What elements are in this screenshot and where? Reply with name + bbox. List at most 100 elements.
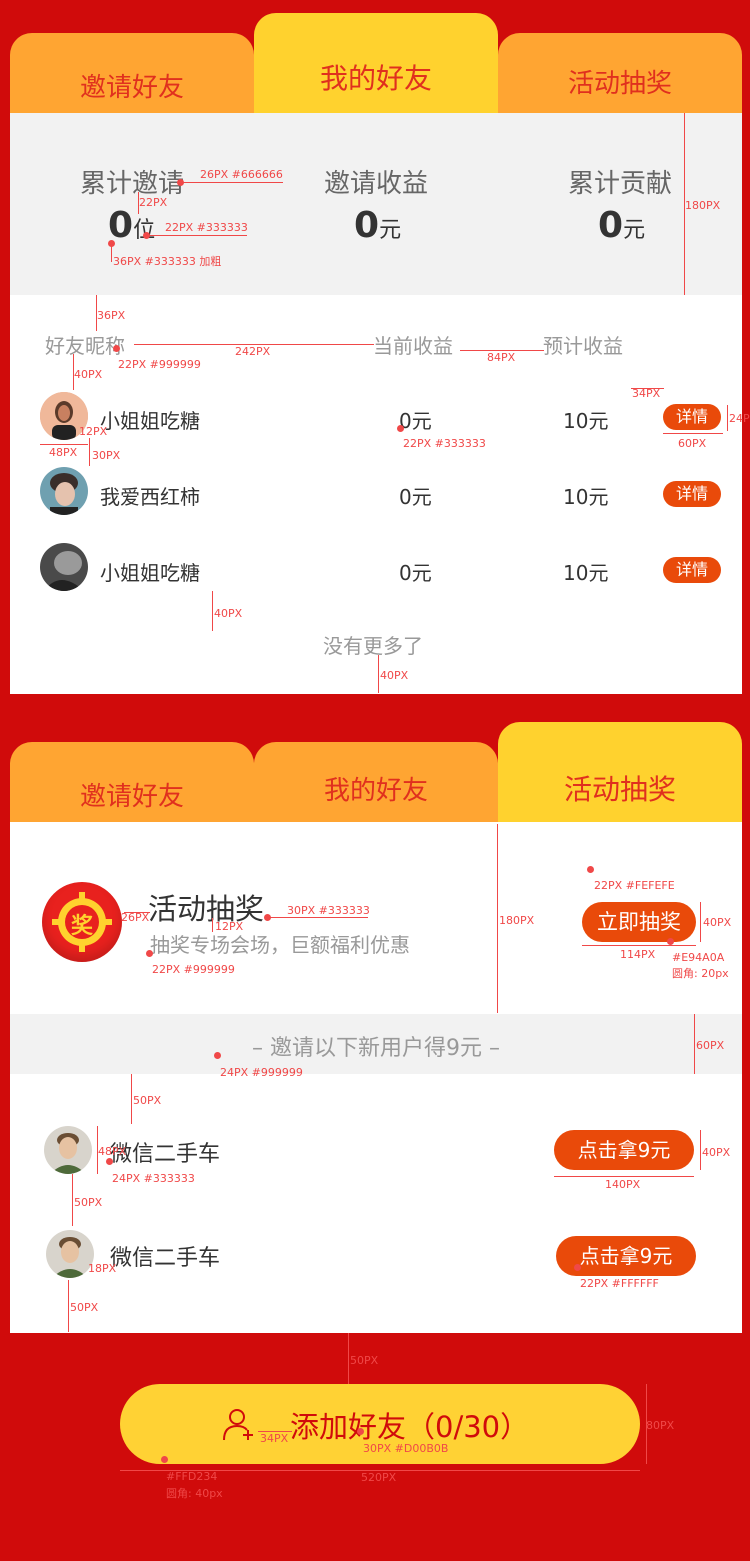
annotation-label: 22PX #999999	[118, 358, 201, 371]
tab-label: 活动抽奖	[563, 773, 676, 806]
annotation-label: 60PX	[678, 437, 707, 450]
annotation-label: 24PX	[729, 412, 750, 425]
annotation-label: 48PX	[98, 1145, 127, 1158]
no-more-text: 没有更多了	[323, 634, 423, 658]
annotation-line	[131, 1074, 132, 1124]
annotation-label: 圆角: 40px	[166, 1487, 223, 1500]
annotation-marker	[161, 1456, 168, 1463]
annotation-label: 242PX	[235, 345, 271, 358]
annotation-marker	[397, 425, 404, 432]
details-button[interactable]: 详情	[663, 404, 721, 430]
annotation-line	[554, 1176, 694, 1177]
lottery-subtitle: 抽奖专场会场，巨额福利优惠	[150, 933, 410, 957]
annotation-label: 48PX	[49, 446, 78, 459]
header-expected-earnings: 预计收益	[543, 334, 623, 358]
stat-title-contribution: 累计贡献	[568, 169, 673, 199]
claim-button[interactable]: 点击拿9元	[554, 1130, 694, 1170]
annotation-label: 84PX	[487, 351, 516, 364]
annotation-label: 26PX #666666	[200, 168, 283, 181]
annotation-label: 圆角: 20px	[672, 967, 729, 980]
annotation-label: 40PX	[74, 368, 103, 381]
annotation-label: 36PX #333333 加粗	[113, 255, 222, 268]
person-avatar-icon	[44, 1126, 92, 1174]
annotation-label: 50PX	[74, 1196, 103, 1209]
annotation-line	[700, 1130, 701, 1170]
annotation-label: 140PX	[605, 1178, 641, 1191]
stat-number: 0	[354, 205, 380, 246]
friend-expected-earnings: 10元	[563, 409, 609, 433]
annotation-label: 22PX	[139, 196, 168, 209]
stat-number: 0	[598, 205, 624, 246]
annotation-label: 22PX #333333	[165, 221, 248, 234]
friend-name: 我爱西红柿	[100, 485, 200, 509]
stat-unit: 元	[623, 218, 646, 243]
annotation-marker	[113, 345, 120, 352]
annotation-label: 36PX	[97, 309, 126, 322]
avatar	[44, 1126, 92, 1174]
avatar	[40, 543, 88, 591]
annotation-marker	[106, 1158, 113, 1165]
tab-invite-friends[interactable]: 邀请好友	[10, 742, 254, 822]
stat-title-invites: 累计邀请	[80, 169, 185, 199]
annotation-line	[40, 444, 88, 445]
annotation-marker	[214, 1052, 221, 1059]
tab-invite-friends[interactable]: 邀请好友	[10, 33, 254, 113]
annotation-label: 34PX	[260, 1432, 289, 1445]
tab-label: 我的好友	[319, 62, 432, 95]
stat-unit: 元	[379, 218, 402, 243]
tab-my-friends[interactable]: 我的好友	[254, 742, 498, 822]
draw-now-button[interactable]: 立即抽奖	[582, 902, 696, 942]
annotation-label: 30PX #333333	[287, 904, 370, 917]
tab-lottery[interactable]: 活动抽奖	[498, 33, 742, 113]
annotation-line	[497, 824, 498, 1013]
annotation-line	[694, 1014, 695, 1074]
annotation-line	[147, 235, 247, 236]
annotation-marker	[146, 950, 153, 957]
header-nickname: 好友昵称	[45, 334, 125, 358]
annotation-label: 180PX	[499, 914, 535, 927]
annotation-line	[89, 438, 90, 466]
details-button[interactable]: 详情	[663, 481, 721, 507]
annotation-line	[212, 591, 213, 631]
annotation-label: 520PX	[361, 1471, 397, 1484]
tab-my-friends[interactable]: 我的好友	[254, 13, 498, 113]
invite-banner: – 邀请以下新用户得9元 –	[10, 1014, 742, 1074]
annotation-label: 30PX #D00B0B	[363, 1442, 449, 1455]
friend-current-earnings: 0元	[399, 409, 432, 433]
annotation-label: 60PX	[696, 1039, 725, 1052]
annotation-label: 24PX #333333	[112, 1172, 195, 1185]
avatar	[40, 467, 88, 515]
annotation-label: 40PX	[380, 669, 409, 682]
annotation-marker	[574, 1264, 581, 1271]
tab-label: 邀请好友	[79, 73, 184, 103]
annotation-label: 114PX	[620, 948, 656, 961]
annotation-line	[700, 902, 701, 942]
tab-lottery[interactable]: 活动抽奖	[498, 722, 742, 822]
annotation-marker	[587, 866, 594, 873]
annotation-label: #E94A0A	[672, 951, 725, 964]
annotation-line	[582, 945, 696, 946]
annotation-label: 22PX #FFFFFF	[580, 1277, 659, 1290]
add-user-icon	[223, 1409, 253, 1441]
annotation-label: 12PX	[79, 425, 108, 438]
friend-expected-earnings: 10元	[563, 485, 609, 509]
annotation-line	[111, 244, 112, 262]
friend-expected-earnings: 10元	[563, 561, 609, 585]
annotation-label: 22PX #FEFEFE	[594, 879, 675, 892]
annotation-label: 22PX #333333	[403, 437, 486, 450]
avatar	[46, 1230, 94, 1278]
friend-name: 小姐姐吃糖	[100, 409, 200, 433]
annotation-line	[268, 917, 368, 918]
annotation-line	[72, 1174, 73, 1226]
annotation-label: 50PX	[133, 1094, 162, 1107]
lottery-badge: 奖	[42, 882, 122, 962]
annotation-label: 40PX	[214, 607, 243, 620]
stat-value-earnings: 0元	[354, 205, 401, 246]
friends-panel: 好友昵称 当前收益 预计收益 小姐姐吃糖 0元 10元 详情 我爱西红柿 0元 …	[10, 295, 742, 694]
stat-unit: 位	[133, 218, 156, 243]
tab-label: 邀请好友	[79, 782, 184, 812]
details-button[interactable]: 详情	[663, 557, 721, 583]
annotation-line	[212, 918, 213, 932]
annotation-line	[378, 655, 379, 693]
annotation-label: 40PX	[702, 1146, 731, 1159]
